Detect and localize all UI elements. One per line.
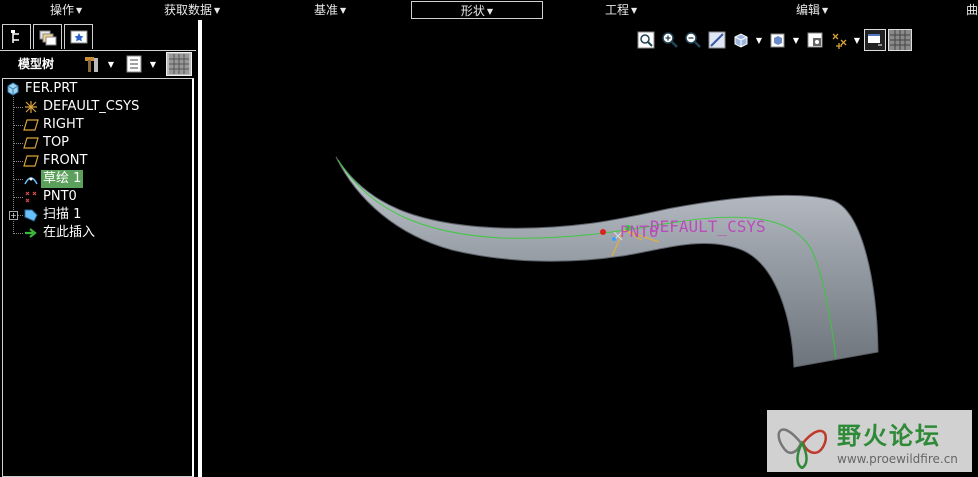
menu-label: 获取数据 (164, 3, 213, 17)
datum-plane-icon (23, 137, 39, 149)
datum-plane-icon (23, 119, 39, 131)
dropdown-arrow-icon: ▼ (340, 6, 347, 15)
tree-toolbar: 模型树 ▼ ▼ (0, 50, 196, 76)
checker-grid-icon (169, 54, 189, 74)
menu-engineering[interactable]: 工程 ▼ (605, 1, 637, 19)
tree-item-label: TOP (43, 135, 70, 150)
datum-plane-icon (23, 155, 39, 167)
tree-settings-button[interactable] (82, 54, 102, 74)
menu-edit[interactable]: 编辑 ▼ (796, 1, 828, 19)
tree-item-pnt0[interactable]: PNT0 (23, 188, 79, 206)
dropdown-arrow-icon: ▼ (822, 6, 829, 15)
folders-icon (39, 30, 56, 46)
tree-item-front[interactable]: FRONT (23, 152, 89, 170)
menu-curve[interactable]: 曲 (966, 1, 978, 19)
tree-item-sketch-1[interactable]: 草绘 1 (23, 170, 84, 188)
sketch-icon (24, 177, 38, 185)
show-dropdown[interactable]: ▼ (148, 54, 158, 74)
sweep-icon (24, 209, 38, 222)
navigator-panel: 模型树 ▼ ▼ + FER.PRT DEFAULT_CSYS RIGHT TOP… (0, 20, 196, 477)
butterfly-logo-icon (777, 428, 828, 469)
watermark-url: www.proewildfire.cn (837, 452, 958, 466)
forum-watermark: 野火论坛 www.proewildfire.cn (767, 410, 972, 472)
tree-connector (13, 161, 23, 162)
tab-folder-browser[interactable] (33, 24, 62, 49)
dropdown-arrow-icon: ▼ (214, 6, 221, 15)
tree-item-label: FRONT (43, 153, 88, 168)
tab-model-tree[interactable] (2, 24, 31, 49)
tab-favorites[interactable] (64, 24, 93, 49)
tree-connector (13, 197, 23, 198)
hammer-icon (85, 57, 98, 72)
menu-label: 形状 (460, 4, 485, 18)
graphics-window[interactable]: ▼ ▼ ▼ DEFAULT_CSYS PNT0 (202, 20, 978, 477)
model-tree-title: 模型树 (18, 57, 55, 71)
dropdown-arrow-icon: ▼ (76, 6, 83, 15)
tree-connector (13, 125, 23, 126)
red-point (600, 229, 606, 235)
datum-point-icon (25, 191, 37, 203)
menu-label: 编辑 (796, 3, 821, 17)
sweep-surface[interactable] (335, 156, 879, 368)
dropdown-arrow-icon: ▼ (631, 6, 638, 15)
point-label: PNT0 (620, 222, 659, 241)
tree-icon (10, 30, 19, 43)
tree-item-default-csys[interactable]: DEFAULT_CSYS (23, 98, 141, 116)
model-canvas: DEFAULT_CSYS PNT0 (335, 156, 879, 368)
dropdown-arrow-icon: ▼ (149, 59, 157, 69)
list-icon (126, 55, 142, 73)
tree-item-sweep-1[interactable]: 扫描 1 (23, 206, 83, 224)
tree-item-label: PNT0 (43, 189, 77, 204)
tree-item-insert-here[interactable]: 在此插入 (23, 224, 97, 242)
menu-label: 曲 (966, 3, 978, 17)
model-tree: + FER.PRT DEFAULT_CSYS RIGHT TOP FRONT 草… (2, 78, 194, 477)
tree-filter-button[interactable] (166, 52, 192, 76)
tree-settings-dropdown[interactable]: ▼ (106, 54, 116, 74)
csys-icon (25, 101, 37, 113)
menu-label: 工程 (605, 3, 630, 17)
tree-connector (13, 179, 23, 180)
menu-get-data[interactable]: 获取数据 ▼ (164, 1, 220, 19)
menu-shapes[interactable]: 形状 ▼ (411, 1, 543, 19)
tree-item-top[interactable]: TOP (23, 134, 71, 152)
tree-item-part[interactable]: FER.PRT (5, 80, 79, 98)
tree-item-label: 草绘 1 (41, 170, 84, 188)
tree-item-label: FER.PRT (25, 81, 78, 96)
tree-item-right[interactable]: RIGHT (23, 116, 86, 134)
menu-datum[interactable]: 基准 ▼ (314, 1, 346, 19)
menu-operations[interactable]: 操作 ▼ (50, 1, 82, 19)
menu-label: 基准 (314, 3, 339, 17)
tree-item-label: DEFAULT_CSYS (43, 99, 140, 114)
dropdown-arrow-icon: ▼ (486, 7, 494, 16)
tree-item-label: RIGHT (43, 117, 84, 132)
dropdown-arrow-icon: ▼ (107, 59, 115, 69)
menu-bar: 操作 ▼ 获取数据 ▼ 基准 ▼ 形状 ▼ 工程 ▼ 编辑 ▼ 曲 (0, 0, 978, 20)
blue-point (612, 237, 616, 241)
tree-connector (13, 233, 23, 234)
csys-label: DEFAULT_CSYS (650, 217, 766, 236)
tree-connector (13, 143, 23, 144)
favorites-icon (70, 30, 87, 44)
tree-connector (13, 107, 23, 108)
watermark-title: 野火论坛 (837, 422, 941, 450)
navigator-tabs (0, 22, 196, 49)
part-icon (7, 82, 19, 96)
menu-label: 操作 (50, 3, 75, 17)
insert-here-arrow-icon (25, 228, 37, 238)
expand-toggle[interactable]: + (9, 211, 18, 220)
tree-item-label: 扫描 1 (43, 207, 82, 222)
tree-item-label: 在此插入 (43, 225, 96, 240)
show-button[interactable] (124, 54, 144, 74)
